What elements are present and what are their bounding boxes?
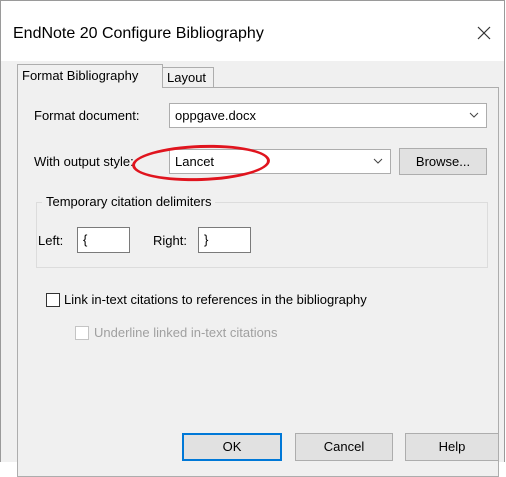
- left-delimiter-input[interactable]: {: [77, 227, 130, 253]
- close-button[interactable]: [472, 21, 496, 45]
- output-style-select[interactable]: Lancet: [169, 149, 391, 174]
- chevron-down-icon: [469, 112, 479, 118]
- configure-bibliography-dialog: EndNote 20 Configure Bibliography Format…: [0, 0, 505, 477]
- tab-layout[interactable]: Layout: [162, 67, 214, 88]
- chevron-down-icon: [373, 158, 383, 164]
- browse-button[interactable]: Browse...: [399, 148, 487, 175]
- left-delimiter-label: Left:: [38, 233, 64, 248]
- citation-delimiters-label: Temporary citation delimiters: [42, 194, 216, 209]
- right-delimiter-input[interactable]: }: [198, 227, 251, 253]
- ok-button[interactable]: OK: [182, 433, 282, 461]
- format-document-select[interactable]: oppgave.docx: [169, 103, 487, 128]
- dialog-title: EndNote 20 Configure Bibliography: [13, 25, 264, 42]
- cancel-button[interactable]: Cancel: [295, 433, 393, 461]
- format-bibliography-panel: Format document: oppgave.docx With outpu…: [17, 87, 499, 477]
- output-style-value: Lancet: [175, 154, 215, 169]
- title-bar: EndNote 20 Configure Bibliography: [1, 1, 504, 61]
- right-delimiter-label: Right:: [153, 233, 187, 248]
- underline-citations-label: Underline linked in-text citations: [94, 325, 278, 340]
- format-document-value: oppgave.docx: [175, 108, 256, 123]
- format-document-label: Format document:: [34, 108, 140, 123]
- help-button[interactable]: Help: [405, 433, 499, 461]
- dialog-body: Format Bibliography Layout Format docume…: [1, 61, 504, 477]
- link-citations-label[interactable]: Link in-text citations to references in …: [64, 292, 367, 307]
- close-icon: [477, 26, 491, 40]
- underline-citations-checkbox: [75, 326, 89, 340]
- link-citations-checkbox[interactable]: [46, 293, 60, 307]
- output-style-label: With output style:: [34, 154, 134, 169]
- tab-format-bibliography[interactable]: Format Bibliography: [17, 64, 163, 88]
